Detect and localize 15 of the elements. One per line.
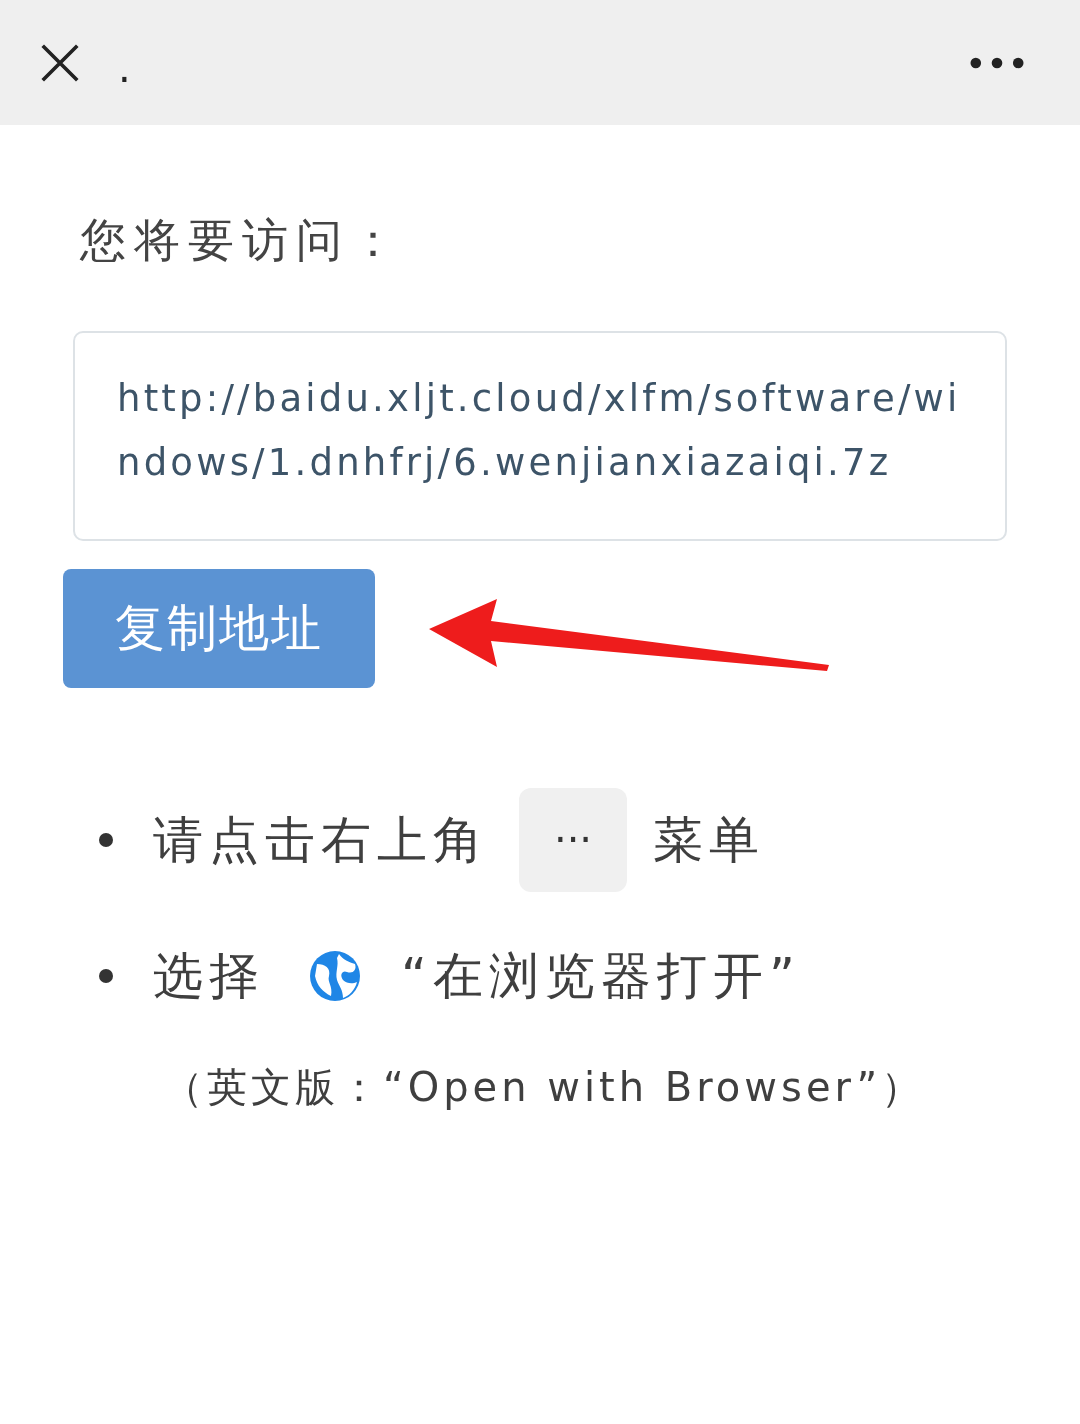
step-text: “在浏览器打开” (401, 945, 801, 1007)
page-title: . (118, 44, 132, 91)
more-icon[interactable] (970, 56, 1024, 69)
step-text: 菜单 (653, 809, 765, 871)
step-text: 选择 (153, 945, 265, 1007)
bullet-icon (99, 833, 113, 847)
menu-chip: ··· (519, 788, 627, 892)
note-text: （英文版：“Open with Browser”） (163, 1063, 927, 1112)
bullet-icon (99, 969, 113, 983)
copy-address-button[interactable]: 复制地址 (63, 569, 375, 688)
url-box: http://baidu.xljt.cloud/xlfm/software/windows/1.dnhfrj/6.wenjianxiazaiqi.7z (73, 331, 1007, 541)
globe-icon (309, 950, 361, 1002)
step-text: 请点击右上角 (153, 809, 489, 871)
close-icon[interactable] (40, 42, 80, 83)
heading: 您将要访问： (80, 212, 405, 269)
